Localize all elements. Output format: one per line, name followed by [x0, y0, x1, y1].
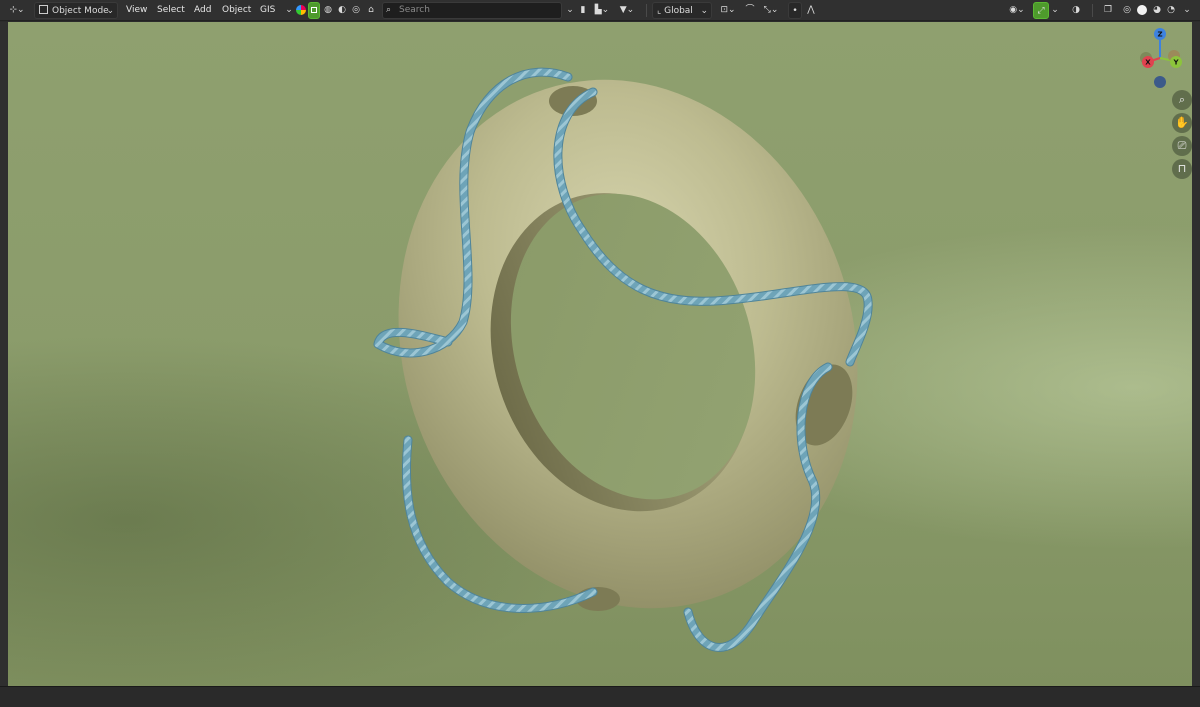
zoom-icon[interactable]: ⌕: [1172, 90, 1192, 110]
view-layer-icon[interactable]: ▙⌄: [591, 2, 613, 19]
mode-dropdown[interactable]: Object Mode ⌄: [34, 2, 118, 19]
separator: [646, 4, 647, 17]
hand-icon[interactable]: ✋: [1172, 113, 1192, 133]
rendered-shading-icon[interactable]: ◔: [1164, 2, 1178, 19]
left-edge: [0, 22, 8, 686]
bottom-bar: [0, 686, 1200, 707]
menu-add[interactable]: Add: [190, 2, 215, 19]
menu-select[interactable]: Select: [153, 2, 189, 19]
world-icon[interactable]: ◎: [350, 2, 362, 19]
search-input[interactable]: ⌕ Search: [382, 2, 562, 19]
chevron-down-icon[interactable]: ⌄: [563, 2, 577, 19]
3d-viewport[interactable]: Z X Y: [8, 22, 1192, 686]
axes-icon: ⊹⌄: [9, 5, 25, 15]
separator: [1092, 4, 1093, 17]
falloff-icon[interactable]: ⋀: [804, 2, 818, 19]
blender-window: ⊹⌄ Object Mode ⌄ View Select Add Object G…: [0, 0, 1200, 707]
chevron-down-icon: ⌄: [106, 6, 114, 16]
gizmo-toggle-icon[interactable]: ⤢: [1033, 2, 1049, 19]
xray-icon[interactable]: ❐: [1100, 2, 1116, 19]
chevron-down-icon[interactable]: ⌄: [1180, 2, 1194, 19]
editor-type-button[interactable]: ⊹⌄: [4, 2, 30, 19]
axis-gizmo[interactable]: Z X Y: [1132, 26, 1192, 96]
search-placeholder: Search: [399, 5, 430, 15]
bookmark-icon[interactable]: ▮: [577, 2, 589, 19]
chevron-down-icon: ⌄: [700, 6, 708, 16]
mode-label: Object Mode: [52, 6, 109, 16]
globe-icon[interactable]: [295, 2, 307, 19]
solid-shading-icon[interactable]: [1135, 2, 1149, 19]
overlays-icon[interactable]: ◑: [1068, 2, 1084, 19]
material-shading-icon[interactable]: ◕: [1150, 2, 1164, 19]
chevron-down-icon[interactable]: ⌄: [1049, 2, 1061, 19]
menu-gis[interactable]: GIS: [256, 2, 279, 19]
viewport-header: ⊹⌄ Object Mode ⌄ View Select Add Object G…: [0, 0, 1200, 21]
x-axis-label: X: [1145, 59, 1151, 67]
wireframe-shading-icon[interactable]: ◎: [1120, 2, 1134, 19]
object-mode-icon: [39, 5, 48, 14]
search-icon: ⌕: [386, 5, 392, 15]
y-axis-label: Y: [1172, 59, 1179, 67]
chevron-down-icon[interactable]: ⌄: [283, 2, 295, 19]
lock-icon[interactable]: ⊓: [1172, 159, 1192, 179]
transform-orientation-dropdown[interactable]: ⌞ Global ⌄: [652, 2, 712, 19]
snap-icon[interactable]: ⌂: [364, 2, 378, 19]
lifebuoy-ring: [398, 79, 858, 609]
menu-object[interactable]: Object: [218, 2, 255, 19]
z-axis-label: Z: [1157, 31, 1162, 39]
filter-icon[interactable]: ▼⌄: [614, 2, 640, 19]
right-edge: [1192, 22, 1200, 686]
menu-view[interactable]: View: [122, 2, 151, 19]
snap-target-icon[interactable]: ⤡⌄: [759, 2, 783, 19]
sphere-icon[interactable]: ◍: [322, 2, 334, 19]
lifebuoy-model: [373, 67, 873, 652]
pivot-point-icon[interactable]: ⊡⌄: [716, 2, 740, 19]
neg-z-handle[interactable]: [1154, 76, 1166, 88]
material-icon[interactable]: ◐: [336, 2, 348, 19]
select-mode-icon[interactable]: [308, 2, 320, 19]
proportional-edit-icon[interactable]: •: [788, 2, 802, 19]
camera-icon[interactable]: ⎚: [1172, 136, 1192, 156]
visibility-icon[interactable]: ◉⌄: [1005, 2, 1029, 19]
orientation-label: Global: [664, 6, 693, 16]
magnet-icon[interactable]: ⌒: [742, 2, 758, 19]
